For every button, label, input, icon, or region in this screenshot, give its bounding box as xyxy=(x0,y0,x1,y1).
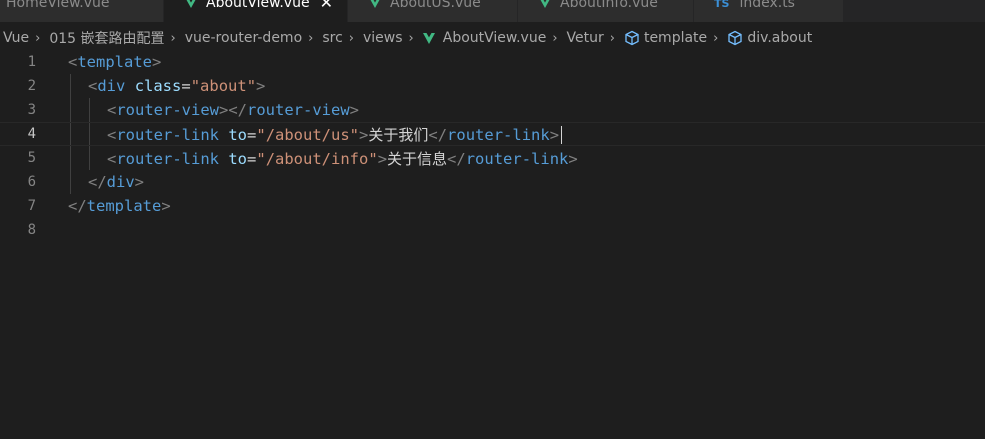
editor-tab-bar: HomeView.vue AboutView.vue ✕ AboutUS.vue… xyxy=(0,0,985,22)
breadcrumb-item-symbol[interactable]: template xyxy=(621,30,707,46)
tab-label: AboutUS.vue xyxy=(390,0,481,11)
breadcrumb-item-symbol[interactable]: div.about xyxy=(724,30,812,46)
breadcrumb: Vue › 015 嵌套路由配置 › vue-router-demo › src… xyxy=(0,27,985,49)
line-number: 6 xyxy=(27,174,36,190)
tab-label: AboutInfo.vue xyxy=(560,0,658,11)
code-line[interactable]: 2 <div class="about"> xyxy=(0,74,985,98)
code-line[interactable]: 3 <router-view></router-view> xyxy=(0,98,985,122)
code-line-current[interactable]: 4 <router-link to="/about/us">关于我们</rout… xyxy=(0,122,985,146)
vue-icon xyxy=(540,0,550,8)
code-text: </template> xyxy=(68,197,171,215)
line-number: 7 xyxy=(27,198,36,214)
line-number: 8 xyxy=(27,222,36,238)
breadcrumb-item[interactable]: src xyxy=(319,30,342,46)
tab-label: HomeView.vue xyxy=(6,0,110,11)
chevron-right-icon: › xyxy=(170,30,176,46)
chevron-right-icon: › xyxy=(713,30,719,46)
code-line[interactable]: 5 <router-link to="/about/info">关于信息</ro… xyxy=(0,146,985,170)
line-number: 3 xyxy=(27,102,36,118)
ts-icon: TS xyxy=(714,0,730,10)
tab-aboutus[interactable]: AboutUS.vue xyxy=(348,0,518,22)
line-number: 5 xyxy=(27,150,36,166)
code-line[interactable]: 8 xyxy=(0,218,985,242)
tab-label: index.ts xyxy=(739,0,795,11)
chevron-right-icon: › xyxy=(408,30,414,46)
chevron-right-icon: › xyxy=(348,30,354,46)
line-number: 4 xyxy=(27,126,36,142)
chevron-right-icon: › xyxy=(552,30,558,46)
code-text: <router-link to="/about/info">关于信息</rout… xyxy=(107,149,578,168)
vue-icon xyxy=(186,0,196,8)
cube-icon xyxy=(625,30,639,46)
chevron-right-icon: › xyxy=(609,30,615,46)
code-editor[interactable]: 1 <template> 2 <div class="about"> 3 <ro… xyxy=(0,50,985,439)
line-number: 1 xyxy=(27,54,36,70)
breadcrumb-item-file[interactable]: AboutView.vue xyxy=(420,30,546,46)
breadcrumb-item[interactable]: Vetur xyxy=(564,30,604,46)
tab-homeview[interactable]: HomeView.vue xyxy=(0,0,164,22)
cube-icon xyxy=(728,30,743,46)
tab-aboutview[interactable]: AboutView.vue ✕ xyxy=(164,0,348,22)
breadcrumb-item[interactable]: vue-router-demo xyxy=(182,30,302,46)
close-icon[interactable]: ✕ xyxy=(320,0,333,12)
code-text: <template> xyxy=(68,53,162,71)
tab-index-ts[interactable]: TS index.ts xyxy=(694,0,844,22)
code-text: </div> xyxy=(88,173,145,191)
vue-icon xyxy=(370,0,380,8)
chevron-right-icon: › xyxy=(308,30,314,46)
code-line[interactable]: 6 </div> xyxy=(0,170,985,194)
tab-aboutinfo[interactable]: AboutInfo.vue xyxy=(518,0,694,22)
code-text: <router-view></router-view> xyxy=(107,101,360,119)
breadcrumb-item[interactable]: views xyxy=(360,30,403,46)
code-line[interactable]: 7 </template> xyxy=(0,194,985,218)
breadcrumb-item[interactable]: 015 嵌套路由配置 xyxy=(46,28,164,48)
breadcrumb-item[interactable]: Vue xyxy=(0,30,29,46)
chevron-right-icon: › xyxy=(35,30,41,46)
vue-icon xyxy=(422,32,435,44)
code-text: <router-link to="/about/us">关于我们</router… xyxy=(107,124,563,145)
text-cursor xyxy=(561,126,563,144)
code-text: <div class="about"> xyxy=(88,77,266,95)
code-line[interactable]: 1 <template> xyxy=(0,50,985,74)
line-number: 2 xyxy=(27,78,36,94)
tab-label: AboutView.vue xyxy=(206,0,310,11)
